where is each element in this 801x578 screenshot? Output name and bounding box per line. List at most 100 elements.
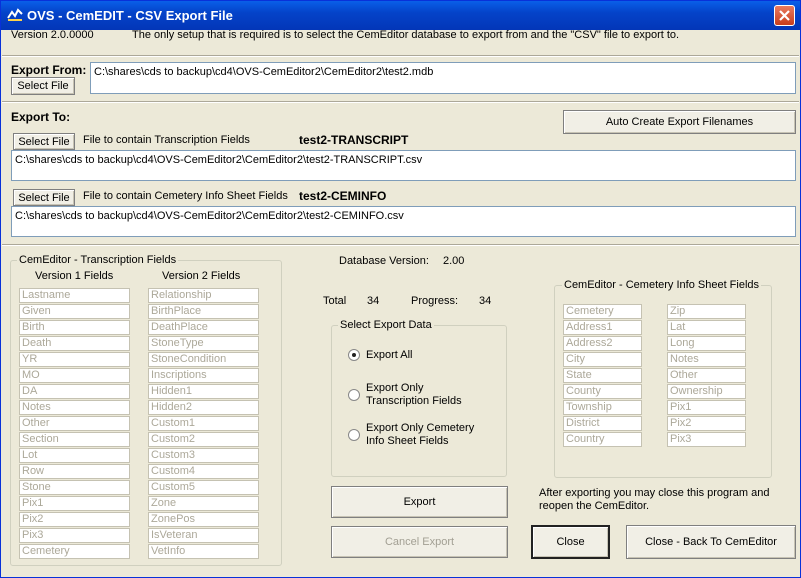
field-name-box: Pix3 <box>19 528 130 543</box>
field-name-box: MO <box>19 368 130 383</box>
field-name-box: Township <box>563 400 642 415</box>
field-name-box: YR <box>19 352 130 367</box>
field-name-box: County <box>563 384 642 399</box>
field-name-box: Stone <box>19 480 130 495</box>
field-name-box: Row <box>19 464 130 479</box>
field-name-box: Lat <box>667 320 746 335</box>
field-name-box: Ownership <box>667 384 746 399</box>
close-button[interactable]: Close <box>531 525 610 559</box>
field-name-box: Lastname <box>19 288 130 303</box>
setup-note: The only setup that is required is to se… <box>132 29 680 41</box>
export-from-select-button[interactable]: Select File <box>11 77 75 95</box>
transcription-fields-title: CemEditor - Transcription Fields <box>17 254 179 266</box>
window-close-button[interactable] <box>774 5 795 26</box>
field-name-box: Given <box>19 304 130 319</box>
total-label: Total <box>323 295 347 307</box>
progress-label: Progress: <box>411 295 459 307</box>
select-export-data-title: Select Export Data <box>338 319 434 331</box>
export-window: OVS - CemEDIT - CSV Export File Version … <box>0 0 801 578</box>
close-back-to-cemeditor-button[interactable]: Close - Back To CemEditor <box>626 525 796 559</box>
title-bar: OVS - CemEDIT - CSV Export File <box>1 1 800 30</box>
transcription-path-field[interactable]: C:\shares\cds to backup\cd4\OVS-CemEdito… <box>11 150 796 181</box>
export-ceminfo-label-2: Info Sheet Fields <box>366 435 449 447</box>
field-name-box: Death <box>19 336 130 351</box>
export-note: After exporting you may close this progr… <box>539 487 770 512</box>
export-all-label: Export All <box>366 349 413 361</box>
export-from-label: Export From: <box>11 63 87 77</box>
ceminfo-file-name: test2-CEMINFO <box>299 189 387 203</box>
field-name-box: BirthPlace <box>148 304 259 319</box>
field-name-box: Section <box>19 432 130 447</box>
ceminfo-path-field[interactable]: C:\shares\cds to backup\cd4\OVS-CemEdito… <box>11 206 796 237</box>
field-name-box: Pix2 <box>19 512 130 527</box>
field-name-box: City <box>563 352 642 367</box>
transcription-fields-group: CemEditor - Transcription Fields Version… <box>10 254 282 566</box>
divider <box>2 244 799 246</box>
field-name-box: Cemetery <box>563 304 642 319</box>
app-icon <box>7 8 23 21</box>
progress-value: 34 <box>479 295 492 307</box>
field-name-box: DA <box>19 384 130 399</box>
field-name-box: Pix2 <box>667 416 746 431</box>
field-name-box: Pix1 <box>19 496 130 511</box>
field-name-box: Custom4 <box>148 464 259 479</box>
field-name-box: IsVeteran <box>148 528 259 543</box>
field-name-box: VetInfo <box>148 544 259 559</box>
transcription-select-button[interactable]: Select File <box>13 133 75 150</box>
field-name-box: Custom3 <box>148 448 259 463</box>
field-name-box: Country <box>563 432 642 447</box>
version-text: Version 2.0.0000 <box>11 29 94 41</box>
field-name-box: Custom2 <box>148 432 259 447</box>
transcription-file-desc: File to contain Transcription Fields <box>83 134 250 146</box>
field-name-box: Notes <box>19 400 130 415</box>
export-transcription-label-2: Transcription Fields <box>366 395 462 407</box>
cancel-export-button[interactable]: Cancel Export <box>331 526 508 558</box>
window-title: OVS - CemEDIT - CSV Export File <box>27 8 233 23</box>
cemetery-info-fields-group: CemEditor - Cemetery Info Sheet Fields C… <box>554 279 772 478</box>
close-icon <box>779 10 790 21</box>
field-name-box: Long <box>667 336 746 351</box>
field-name-box: Relationship <box>148 288 259 303</box>
field-name-box: Custom1 <box>148 416 259 431</box>
select-export-data-group: Select Export Data Export All Export Onl… <box>331 319 507 477</box>
export-button[interactable]: Export <box>331 486 508 518</box>
divider <box>2 101 799 103</box>
field-name-box: Birth <box>19 320 130 335</box>
field-name-box: StoneType <box>148 336 259 351</box>
export-transcription-label-1: Export Only <box>366 382 424 394</box>
field-name-box: Other <box>19 416 130 431</box>
ceminfo-select-button[interactable]: Select File <box>13 189 75 206</box>
field-name-box: Cemetery <box>19 544 130 559</box>
export-all-radio[interactable] <box>348 349 360 361</box>
field-name-box: Lot <box>19 448 130 463</box>
total-value: 34 <box>367 295 380 307</box>
ceminfo-file-desc: File to contain Cemetery Info Sheet Fiel… <box>83 190 288 202</box>
field-name-box: ZonePos <box>148 512 259 527</box>
field-name-box: StoneCondition <box>148 352 259 367</box>
transcription-file-name: test2-TRANSCRIPT <box>299 133 409 147</box>
auto-create-filenames-button[interactable]: Auto Create Export Filenames <box>563 110 796 134</box>
field-name-box: Hidden2 <box>148 400 259 415</box>
field-name-box: Other <box>667 368 746 383</box>
export-ceminfo-radio[interactable] <box>348 429 360 441</box>
field-name-box: District <box>563 416 642 431</box>
cemetery-info-fields-title: CemEditor - Cemetery Info Sheet Fields <box>562 279 762 291</box>
export-from-path-field[interactable]: C:\shares\cds to backup\cd4\OVS-CemEdito… <box>90 62 796 94</box>
export-transcription-radio[interactable] <box>348 389 360 401</box>
field-name-box: Hidden1 <box>148 384 259 399</box>
version1-header: Version 1 Fields <box>35 270 114 282</box>
field-name-box: Notes <box>667 352 746 367</box>
field-name-box: Address1 <box>563 320 642 335</box>
field-name-box: Pix1 <box>667 400 746 415</box>
divider <box>2 55 799 57</box>
export-to-label: Export To: <box>11 110 71 124</box>
field-name-box: State <box>563 368 642 383</box>
version2-header: Version 2 Fields <box>162 270 241 282</box>
export-ceminfo-label-1: Export Only Cemetery <box>366 422 475 434</box>
field-name-box: DeathPlace <box>148 320 259 335</box>
field-name-box: Zone <box>148 496 259 511</box>
field-name-box: Inscriptions <box>148 368 259 383</box>
field-name-box: Pix3 <box>667 432 746 447</box>
db-version-label: Database Version: <box>339 255 429 267</box>
field-name-box: Zip <box>667 304 746 319</box>
